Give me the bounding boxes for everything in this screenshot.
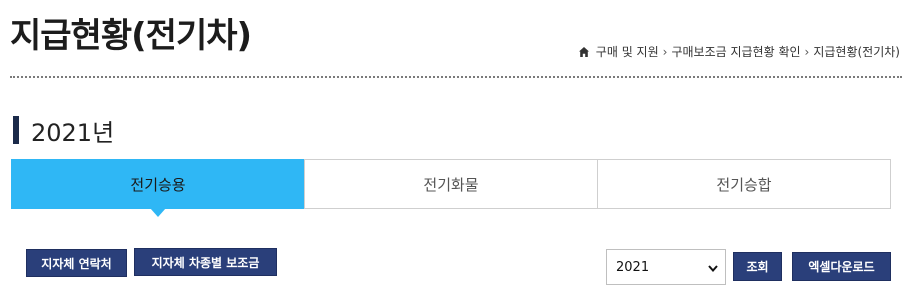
chevron-right-icon: › bbox=[804, 44, 810, 59]
tab-electric-truck[interactable]: 전기화물 bbox=[304, 159, 598, 209]
tab-electric-passenger[interactable]: 전기승용 bbox=[11, 159, 305, 209]
year-select-value: 2021 bbox=[616, 259, 650, 275]
home-icon[interactable] bbox=[578, 46, 590, 58]
chevron-down-icon bbox=[708, 265, 718, 273]
search-button[interactable]: 조회 bbox=[733, 252, 782, 281]
year-select[interactable]: 2021 bbox=[606, 249, 726, 285]
year-heading-text: 2021년 bbox=[31, 118, 115, 147]
breadcrumb: 구매 및 지원 › 구매보조금 지급현황 확인 › 지급현황(전기차) bbox=[578, 43, 900, 60]
tab-label: 전기승용 bbox=[130, 175, 186, 194]
tab-label: 전기화물 bbox=[423, 175, 479, 194]
title-divider bbox=[10, 76, 902, 78]
breadcrumb-item-subsidy-status[interactable]: 구매보조금 지급현황 확인 bbox=[671, 43, 800, 60]
local-gov-subsidy-by-model-button[interactable]: 지자체 차종별 보조금 bbox=[134, 248, 277, 276]
page-title: 지급현황(전기차) bbox=[10, 16, 252, 56]
excel-download-button[interactable]: 엑셀다운로드 bbox=[792, 252, 891, 281]
tab-label: 전기승합 bbox=[716, 175, 772, 194]
vehicle-type-tabs: 전기승용 전기화물 전기승합 bbox=[11, 159, 891, 209]
tab-electric-bus[interactable]: 전기승합 bbox=[597, 159, 891, 209]
local-gov-contact-button[interactable]: 지자체 연락처 bbox=[26, 249, 127, 277]
chevron-right-icon: › bbox=[662, 44, 668, 59]
year-heading: 2021년 bbox=[13, 115, 115, 147]
breadcrumb-item-current: 지급현황(전기차) bbox=[813, 45, 900, 59]
heading-accent-bar bbox=[13, 116, 19, 144]
breadcrumb-item-purchase-support[interactable]: 구매 및 지원 bbox=[596, 43, 659, 60]
